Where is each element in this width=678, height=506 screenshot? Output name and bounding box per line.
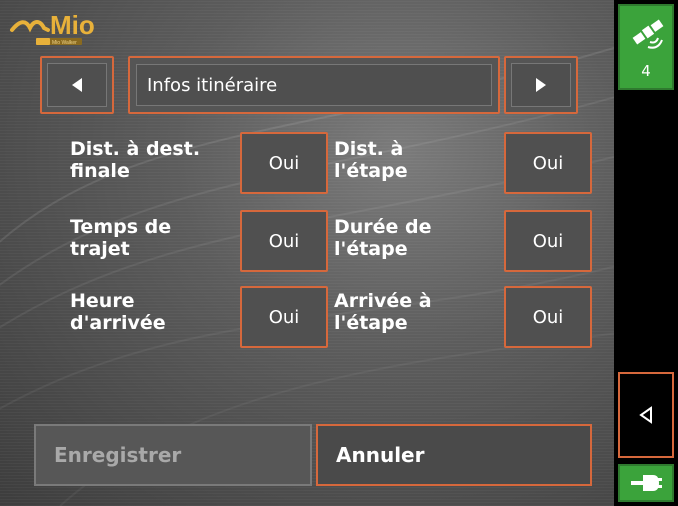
label-arrivee-etape: Arrivée à l'étape xyxy=(334,290,432,334)
main-panel: Mio Mio Walker Infos itinéraire Dist. à … xyxy=(0,0,614,506)
label-temps-trajet: Temps de trajet xyxy=(70,216,172,260)
section-title-box: Infos itinéraire xyxy=(128,56,500,114)
back-button[interactable] xyxy=(618,372,674,458)
label-dist-dest-finale: Dist. à dest. finale xyxy=(70,138,201,182)
toggle-dist-dest-finale[interactable]: Oui xyxy=(240,132,328,194)
back-arrow-icon xyxy=(639,406,652,424)
label-duree-etape: Durée de l'étape xyxy=(334,216,432,260)
mio-logo: Mio Mio Walker xyxy=(8,8,108,54)
toggle-duree-etape[interactable]: Oui xyxy=(504,210,592,272)
label-heure-arrivee: Heure d'arrivée xyxy=(70,290,166,334)
toggle-dist-etape[interactable]: Oui xyxy=(504,132,592,194)
sidebar: 4 xyxy=(614,0,678,506)
logo-text: Mio xyxy=(50,10,95,40)
toggle-heure-arrivee[interactable]: Oui xyxy=(240,286,328,348)
satellite-icon xyxy=(632,19,664,49)
power-plug-icon xyxy=(631,475,662,491)
logo-tagline: Mio Walker xyxy=(52,40,77,46)
label-dist-etape: Dist. à l'étape xyxy=(334,138,408,182)
right-triangle-icon xyxy=(536,78,546,92)
cancel-button[interactable]: Annuler xyxy=(316,424,592,486)
left-triangle-icon xyxy=(72,78,82,92)
satellite-count: 4 xyxy=(641,62,651,80)
gps-status-button[interactable]: 4 xyxy=(618,4,674,90)
section-title: Infos itinéraire xyxy=(136,64,492,106)
power-status-button[interactable] xyxy=(618,464,674,502)
toggle-arrivee-etape[interactable]: Oui xyxy=(504,286,592,348)
save-button[interactable]: Enregistrer xyxy=(34,424,312,486)
prev-button[interactable] xyxy=(40,56,114,114)
next-button[interactable] xyxy=(504,56,578,114)
toggle-temps-trajet[interactable]: Oui xyxy=(240,210,328,272)
